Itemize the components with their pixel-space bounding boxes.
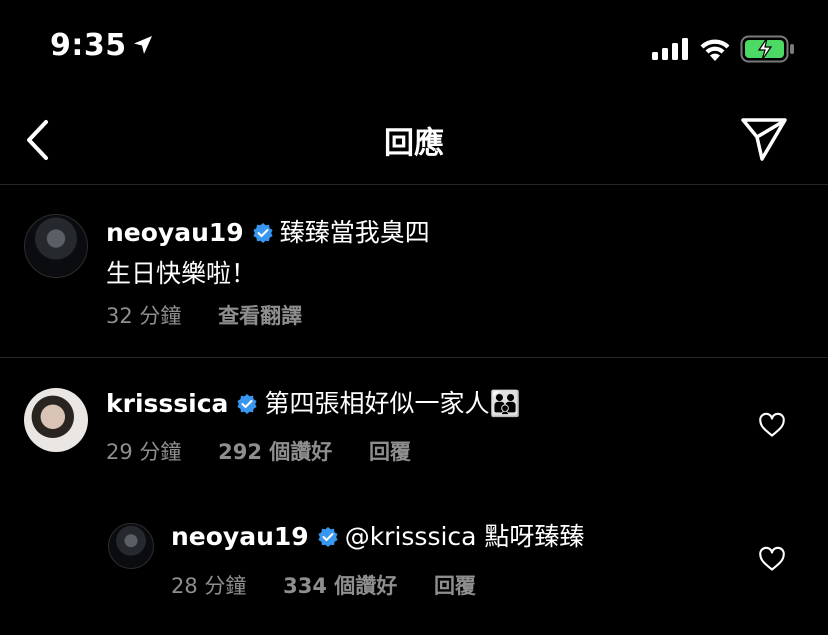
comment-text: 點呀臻臻 (476, 522, 585, 551)
username[interactable]: neoyau19 (171, 522, 309, 551)
verified-icon (253, 223, 273, 243)
avatar[interactable] (24, 388, 88, 452)
username[interactable]: neoyau19 (106, 218, 244, 247)
wifi-icon (700, 39, 730, 61)
username[interactable]: krisssica (106, 389, 228, 418)
comment-text: 第四張相好似一家人👨‍👨‍👦 (264, 389, 521, 418)
comment-meta: 29 分鐘 292 個讚好 回覆 (106, 436, 411, 466)
header-divider (0, 184, 828, 185)
heart-icon[interactable] (758, 545, 786, 573)
avatar[interactable] (24, 214, 88, 278)
time-ago: 32 分鐘 (106, 304, 182, 328)
caption-meta: 32 分鐘 查看翻譯 (106, 300, 302, 330)
battery-icon (740, 35, 794, 63)
see-translation-button[interactable]: 查看翻譯 (218, 304, 302, 328)
reply-meta: 28 分鐘 334 個讚好 回覆 (171, 570, 476, 600)
status-time: 9:35 (50, 28, 127, 63)
caption-text-line2: 生日快樂啦！ (106, 259, 257, 288)
reply-button[interactable]: 回覆 (434, 574, 476, 598)
mention-link[interactable]: @krisssica (345, 522, 477, 551)
likes-count[interactable]: 292 個讚好 (218, 440, 332, 464)
time-ago: 28 分鐘 (171, 574, 247, 598)
heart-icon[interactable] (758, 411, 786, 439)
verified-icon (318, 527, 338, 547)
reply-body: neoyau19 @krisssica 點呀臻臻 (171, 518, 584, 559)
send-icon[interactable] (740, 116, 788, 162)
page-title: 回應 (384, 126, 444, 161)
signal-icon (652, 38, 688, 60)
caption-text-line1: 臻臻當我臭四 (279, 218, 430, 247)
avatar[interactable] (108, 523, 154, 569)
comment-body: krisssica 第四張相好似一家人👨‍👨‍👦 (106, 385, 521, 426)
reply-button[interactable]: 回覆 (369, 440, 411, 464)
caption-divider (0, 357, 828, 358)
verified-icon (237, 394, 258, 414)
likes-count[interactable]: 334 個讚好 (283, 574, 397, 598)
time-ago: 29 分鐘 (106, 440, 182, 464)
caption-body: neoyau19 臻臻當我臭四 生日快樂啦！ (106, 214, 430, 296)
location-arrow-icon (134, 36, 152, 54)
